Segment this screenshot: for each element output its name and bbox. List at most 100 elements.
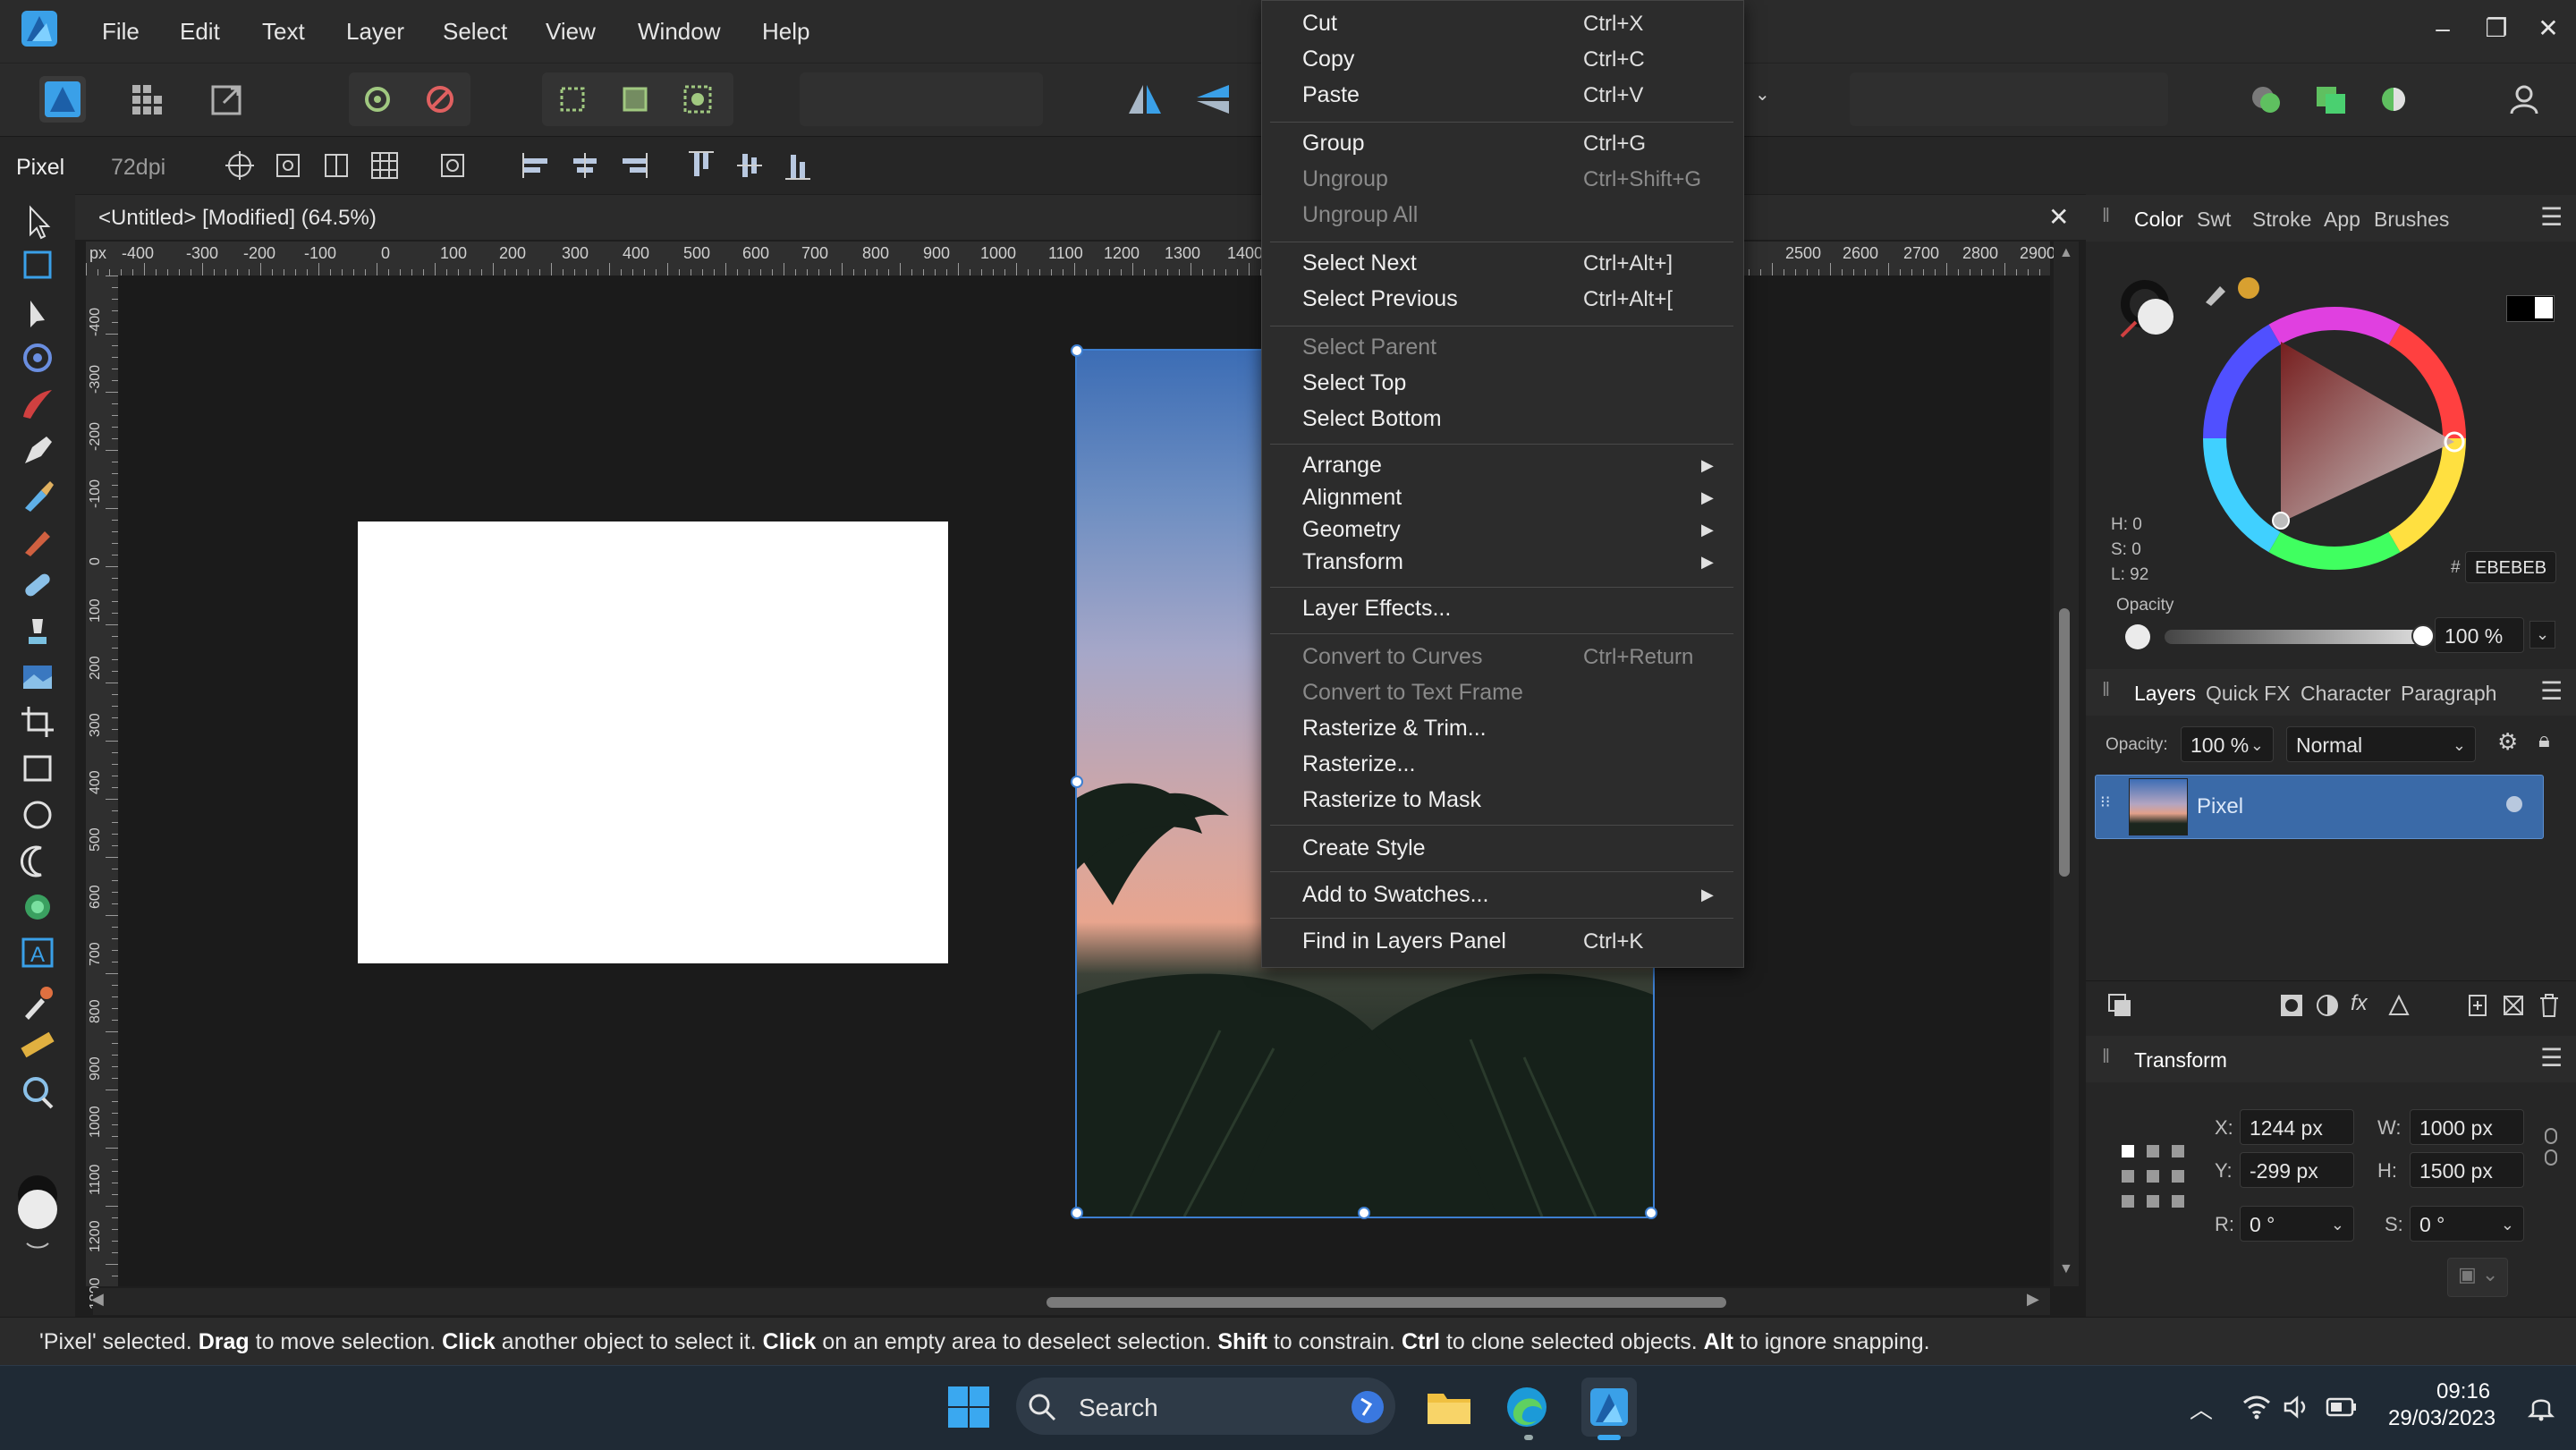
- layer-visibility-icon[interactable]: [2506, 796, 2522, 812]
- windows-start-icon[interactable]: [946, 1385, 991, 1429]
- flip-horizontal-button[interactable]: [1122, 76, 1168, 123]
- trash-icon[interactable]: [2537, 991, 2562, 1020]
- selection-handle-bm[interactable]: [1358, 1207, 1370, 1219]
- export-persona-button[interactable]: [204, 76, 250, 123]
- liquify-persona-button[interactable]: [123, 76, 170, 123]
- clone-tool-icon[interactable]: [14, 610, 61, 651]
- transform-origin-icon[interactable]: [222, 148, 258, 183]
- color-wheel[interactable]: [2200, 304, 2469, 572]
- selection-handle-bl[interactable]: [1071, 1207, 1083, 1219]
- bing-chat-icon[interactable]: [1349, 1388, 1386, 1426]
- select-all-button[interactable]: [549, 76, 596, 123]
- menu-window[interactable]: Window: [638, 18, 720, 46]
- node-tool-icon[interactable]: [14, 293, 61, 335]
- selection-handle-br[interactable]: [1645, 1207, 1657, 1219]
- layers-grip-icon[interactable]: ‖: [2102, 678, 2110, 701]
- menu-item-rasterize-trim[interactable]: Rasterize & Trim...: [1302, 716, 1487, 742]
- rectangle-tool-icon[interactable]: [14, 748, 61, 789]
- color-swatch-white[interactable]: [2535, 297, 2553, 318]
- panel-grip-icon[interactable]: ‖: [2102, 204, 2110, 227]
- vertical-scroll-thumb[interactable]: [2059, 608, 2070, 877]
- photo-persona-button[interactable]: [39, 76, 86, 123]
- account-button[interactable]: [2501, 76, 2547, 123]
- pen-tool-icon[interactable]: [14, 429, 61, 471]
- artboard-tool-icon[interactable]: [14, 245, 61, 286]
- menu-item-convert-to-text-frame[interactable]: Convert to Text Frame: [1302, 680, 1523, 706]
- selection-handle-ml[interactable]: [1071, 776, 1083, 788]
- clock-time[interactable]: 09:16: [2436, 1379, 2490, 1404]
- text-tool-icon[interactable]: A: [14, 932, 61, 973]
- menu-item-select-next[interactable]: Select Next: [1302, 250, 1417, 276]
- healing-brush-icon[interactable]: [14, 564, 61, 605]
- menu-item-select-parent[interactable]: Select Parent: [1302, 335, 1436, 360]
- rotation-input[interactable]: 0 ° ⌄: [2240, 1206, 2354, 1242]
- arrange-back-button[interactable]: [2243, 76, 2290, 123]
- layer-settings-gear-icon[interactable]: ⚙: [2497, 728, 2518, 756]
- color-panel-menu-icon[interactable]: ☰: [2540, 202, 2563, 232]
- battery-icon[interactable]: [2326, 1395, 2358, 1419]
- menu-view[interactable]: View: [546, 18, 596, 46]
- snapping-settings-button[interactable]: [354, 76, 401, 123]
- affinity-photo-logo-icon[interactable]: [21, 11, 57, 47]
- menu-item-select-top[interactable]: Select Top: [1302, 370, 1406, 396]
- menu-file[interactable]: File: [102, 18, 140, 46]
- mask-button[interactable]: [2370, 76, 2417, 123]
- color-picker-icon[interactable]: [14, 980, 61, 1022]
- file-explorer-icon[interactable]: [1426, 1386, 1472, 1428]
- measure-tool-icon[interactable]: [14, 1025, 61, 1066]
- menu-item-ungroup[interactable]: Ungroup: [1302, 166, 1388, 192]
- assistant-button[interactable]: [417, 76, 463, 123]
- scroll-down-icon[interactable]: ▼: [2059, 1261, 2073, 1277]
- flood-select-icon[interactable]: [14, 886, 61, 927]
- adjustment-icon[interactable]: [2315, 993, 2340, 1018]
- flip-vertical-button[interactable]: [1190, 76, 1236, 123]
- align-bottom-icon[interactable]: [780, 148, 816, 183]
- color-swatch-icon[interactable]: [9, 1168, 66, 1251]
- crop-tool-icon[interactable]: [14, 701, 61, 742]
- image-tool-icon[interactable]: [14, 657, 61, 698]
- show-hidden-icons-chevron-icon[interactable]: ︿: [2190, 1392, 2213, 1425]
- layer-name[interactable]: Pixel: [2197, 794, 2243, 819]
- volume-icon[interactable]: [2283, 1394, 2311, 1420]
- rotate-icon[interactable]: [435, 148, 470, 183]
- menu-item-select-previous[interactable]: Select Previous: [1302, 286, 1458, 312]
- horizontal-ruler[interactable]: px -400 -300 -200 -100 0 100 200 300 400 500 600 70…: [86, 242, 2055, 276]
- menu-item-geometry[interactable]: Geometry: [1302, 517, 1401, 543]
- scroll-left-icon[interactable]: ◀: [91, 1290, 104, 1309]
- group-layer-icon[interactable]: [2501, 993, 2526, 1018]
- anchor-point-icon[interactable]: [2118, 1141, 2188, 1211]
- close-window-icon[interactable]: ✕: [2528, 11, 2569, 47]
- fit-icon[interactable]: [318, 148, 354, 183]
- menu-item-group[interactable]: Group: [1302, 131, 1364, 157]
- transform-panel-title[interactable]: Transform: [2134, 1048, 2227, 1073]
- tab-appearance[interactable]: App: [2324, 208, 2360, 232]
- menu-item-rasterize-to-mask[interactable]: Rasterize to Mask: [1302, 787, 1481, 813]
- align-right-icon[interactable]: [615, 148, 651, 183]
- menu-item-add-to-swatches[interactable]: Add to Swatches...: [1302, 882, 1488, 908]
- taskbar-search-box[interactable]: [1016, 1378, 1395, 1435]
- menu-help[interactable]: Help: [762, 18, 809, 46]
- tab-quick-fx[interactable]: Quick FX: [2206, 682, 2291, 706]
- center-icon[interactable]: [270, 148, 306, 183]
- w-input[interactable]: 1000 px: [2410, 1109, 2524, 1145]
- h-input[interactable]: 1500 px: [2410, 1152, 2524, 1188]
- arrange-forward-button[interactable]: [2308, 76, 2354, 123]
- align-top-icon[interactable]: [683, 148, 719, 183]
- x-input[interactable]: 1244 px: [2240, 1109, 2354, 1145]
- grid-align-icon[interactable]: [367, 148, 402, 183]
- tab-paragraph[interactable]: Paragraph: [2401, 682, 2496, 706]
- clock-date[interactable]: 29/03/2023: [2388, 1406, 2496, 1431]
- layer-opacity-dropdown[interactable]: 100 % ⌄: [2181, 726, 2274, 762]
- tab-layers[interactable]: Layers: [2134, 682, 2196, 706]
- menu-item-select-bottom[interactable]: Select Bottom: [1302, 406, 1442, 432]
- blend-mode-dropdown[interactable]: Normal ⌄: [2286, 726, 2476, 762]
- menu-item-find-in-layers-panel[interactable]: Find in Layers Panel: [1302, 929, 1506, 954]
- tab-color[interactable]: Color: [2134, 208, 2183, 232]
- deselect-button[interactable]: [612, 76, 658, 123]
- menu-item-cut[interactable]: Cut: [1302, 11, 1337, 37]
- lock-icon[interactable]: 🔒︎: [2538, 728, 2550, 753]
- opacity-input[interactable]: 100 %: [2435, 617, 2524, 653]
- eyedropper-icon[interactable]: [2200, 270, 2263, 306]
- menu-item-layer-effects[interactable]: Layer Effects...: [1302, 596, 1451, 622]
- layer-copy-icon[interactable]: [2106, 991, 2134, 1020]
